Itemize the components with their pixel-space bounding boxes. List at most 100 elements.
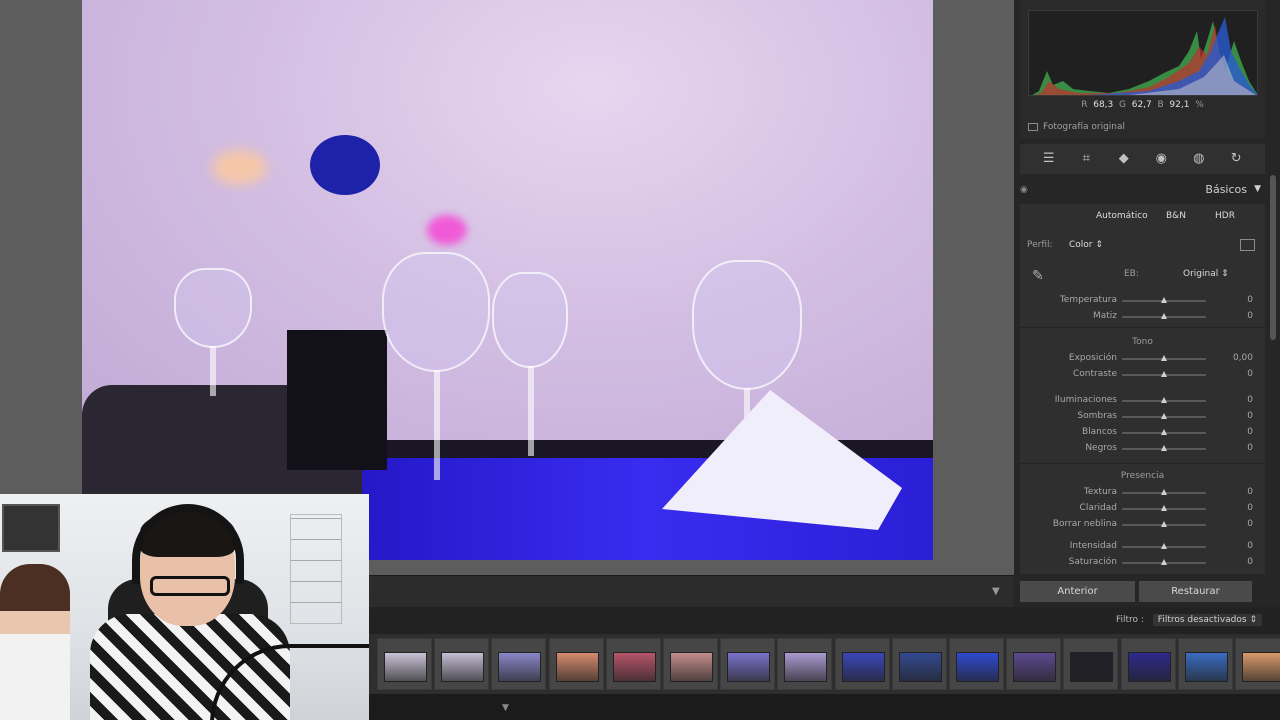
toolbar-toggle-icon[interactable]: ▼ — [992, 586, 1006, 598]
slider-value[interactable]: 0 — [1247, 519, 1253, 529]
slider-track[interactable] — [1122, 543, 1206, 549]
slider-knob[interactable] — [1161, 521, 1167, 527]
presence-title: Presencia — [1120, 471, 1165, 481]
slider-value[interactable]: 0 — [1247, 427, 1253, 437]
slider-track[interactable] — [1122, 297, 1206, 303]
film-thumbnail[interactable] — [891, 638, 947, 690]
film-thumbnail[interactable] — [434, 638, 490, 690]
slider-knob[interactable] — [1161, 355, 1167, 361]
film-thumbnail[interactable] — [777, 638, 833, 690]
slider-track[interactable] — [1122, 559, 1206, 565]
slider-knob[interactable] — [1161, 429, 1167, 435]
slider-track[interactable] — [1122, 397, 1206, 403]
slider-value[interactable]: 0 — [1247, 557, 1253, 567]
tool-strip: ☰ ⌗ ◆ ◉ ◍ ↻ — [1020, 144, 1265, 174]
slider-track[interactable] — [1122, 505, 1206, 511]
film-thumbnail[interactable] — [834, 638, 890, 690]
film-thumbnail[interactable] — [377, 638, 432, 690]
basics-header[interactable]: ◉ Básicos ▼ — [1020, 180, 1265, 202]
thumbnail-image — [898, 652, 942, 682]
bw-button[interactable]: B&N — [1166, 211, 1186, 221]
original-photo-checkbox[interactable]: Fotografía original — [1028, 122, 1125, 132]
film-thumbnail[interactable] — [605, 638, 661, 690]
slider-value[interactable]: 0 — [1247, 541, 1253, 551]
film-thumbnail[interactable] — [949, 638, 1004, 690]
film-thumbnail[interactable] — [548, 638, 604, 690]
slider-knob[interactable] — [1161, 505, 1167, 511]
slider-value[interactable]: 0 — [1247, 295, 1253, 305]
filter-select[interactable]: Filtros desactivados ⇕ — [1152, 614, 1262, 626]
slider-knob[interactable] — [1161, 445, 1167, 451]
slider-knob[interactable] — [1161, 297, 1167, 303]
reset-button[interactable]: Restaurar — [1139, 581, 1252, 602]
slider-track[interactable] — [1122, 445, 1206, 451]
eyedropper-icon[interactable]: ✎ — [1032, 268, 1052, 288]
filter-control[interactable]: Filtro : Filtros desactivados ⇕ — [1116, 614, 1262, 626]
slider-track[interactable] — [1122, 429, 1206, 435]
lightroom-window: ▼ R 68,3 G 62,7 B 92,1 % Fotografía orig… — [0, 0, 1280, 720]
slider-row: Saturación 0 — [1020, 557, 1265, 569]
film-thumbnail[interactable] — [1235, 638, 1280, 690]
hdr-button[interactable]: HDR — [1215, 211, 1235, 221]
slider-knob[interactable] — [1161, 371, 1167, 377]
profile-browser-icon[interactable] — [1240, 239, 1255, 251]
slider-value[interactable]: 0,00 — [1233, 353, 1253, 363]
thumbnail-image — [384, 652, 427, 682]
wb-select[interactable]: Original ⇕ — [1183, 269, 1229, 279]
slider-value[interactable]: 0 — [1247, 369, 1253, 379]
edit-sliders-icon[interactable]: ☰ — [1040, 150, 1058, 168]
develop-panel: R 68,3 G 62,7 B 92,1 % Fotografía origin… — [1014, 0, 1280, 607]
thumbnail-image — [498, 652, 542, 682]
filmstrip-toggle-icon[interactable]: ▼ — [502, 703, 509, 713]
slider-label: Temperatura — [1059, 295, 1117, 305]
healing-icon[interactable]: ◆ — [1115, 150, 1133, 168]
slider-track[interactable] — [1122, 313, 1206, 319]
slider-value[interactable]: 0 — [1247, 487, 1253, 497]
visibility-icon[interactable]: ◉ — [1020, 185, 1028, 195]
slider-value[interactable]: 0 — [1247, 411, 1253, 421]
slider-track[interactable] — [1122, 413, 1206, 419]
slider-value[interactable]: 0 — [1247, 443, 1253, 453]
slider-label: Intensidad — [1069, 541, 1117, 551]
slider-value[interactable]: 0 — [1247, 395, 1253, 405]
histogram-plot — [1028, 10, 1258, 96]
masking-icon[interactable]: ◍ — [1190, 150, 1208, 168]
slider-knob[interactable] — [1161, 313, 1167, 319]
slider-track[interactable] — [1122, 521, 1206, 527]
slider-knob[interactable] — [1161, 397, 1167, 403]
slider-row: Negros 0 — [1020, 443, 1265, 455]
red-eye-icon[interactable]: ◉ — [1152, 150, 1170, 168]
slider-value[interactable]: 0 — [1247, 311, 1253, 321]
slider-track[interactable] — [1122, 371, 1206, 377]
histogram-panel: R 68,3 G 62,7 B 92,1 % Fotografía origin… — [1020, 0, 1265, 138]
auto-button[interactable]: Automático — [1096, 211, 1148, 221]
profile-select[interactable]: Color ⇕ — [1069, 240, 1103, 250]
slider-value[interactable]: 0 — [1247, 503, 1253, 513]
main-photo[interactable] — [82, 0, 933, 560]
slider-label: Iluminaciones — [1054, 395, 1117, 405]
thumbnail-image — [1013, 652, 1057, 682]
slider-track[interactable] — [1122, 489, 1206, 495]
green-value: 62,7 — [1131, 100, 1152, 110]
film-thumbnail[interactable] — [720, 638, 776, 690]
slider-knob[interactable] — [1161, 559, 1167, 565]
slider-knob[interactable] — [1161, 413, 1167, 419]
reset-icon[interactable]: ↻ — [1227, 150, 1245, 168]
crop-icon[interactable]: ⌗ — [1077, 150, 1095, 168]
collapse-icon[interactable]: ▼ — [1254, 184, 1261, 194]
previous-button[interactable]: Anterior — [1020, 581, 1135, 602]
thumbnail-image — [555, 652, 599, 682]
film-thumbnail[interactable] — [1177, 638, 1233, 690]
slider-label: Contraste — [1073, 369, 1117, 379]
film-thumbnail[interactable] — [1006, 638, 1062, 690]
film-thumbnail[interactable] — [491, 638, 547, 690]
slider-row: Borrar neblina 0 — [1020, 519, 1265, 531]
film-thumbnail[interactable] — [663, 638, 718, 690]
film-thumbnail[interactable] — [1063, 638, 1119, 690]
panel-scrollbar[interactable] — [1270, 175, 1276, 340]
film-thumbnail[interactable] — [1120, 638, 1176, 690]
slider-track[interactable] — [1122, 355, 1206, 361]
thumbnail-image — [670, 652, 713, 682]
slider-knob[interactable] — [1161, 543, 1167, 549]
slider-knob[interactable] — [1161, 489, 1167, 495]
